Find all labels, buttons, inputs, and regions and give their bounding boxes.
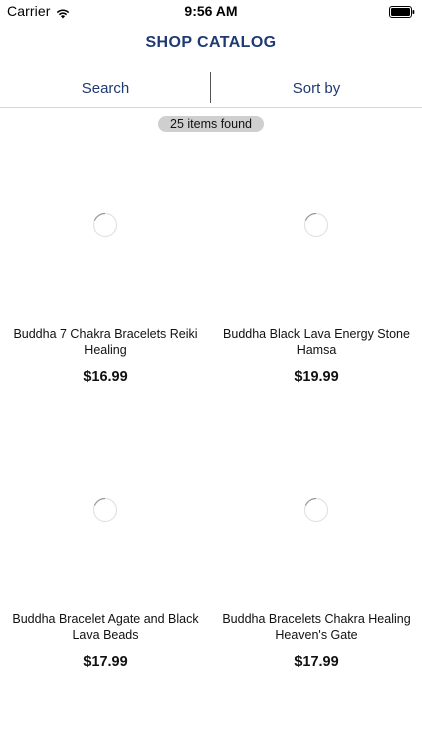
loading-spinner-icon <box>303 497 329 523</box>
battery-icon <box>389 5 415 18</box>
product-price: $17.99 <box>294 654 339 670</box>
product-card[interactable]: Buddha Black Lava Energy Stone Hamsa $19… <box>211 140 422 425</box>
product-title: Buddha Bracelets Chakra Healing Heaven's… <box>222 612 411 642</box>
product-price: $16.99 <box>83 369 128 385</box>
product-title: Buddha Bracelet Agate and Black Lava Bea… <box>12 612 199 642</box>
page-title: SHOP CATALOG <box>145 34 277 51</box>
product-card[interactable]: Buddha 7 Chakra Bracelets Reiki Healing … <box>0 140 211 425</box>
product-title: Buddha 7 Chakra Bracelets Reiki Healing <box>13 327 198 357</box>
product-price: $19.99 <box>294 369 339 385</box>
search-button[interactable]: Search <box>0 70 211 107</box>
sort-button[interactable]: Sort by <box>211 70 422 107</box>
status-bar: Carrier 9:56 AM <box>0 0 422 22</box>
product-card[interactable]: Buddha Bracelets Chakra Healing Heaven's… <box>211 425 422 710</box>
results-count-badge: 25 items found <box>158 116 264 132</box>
product-card[interactable]: Buddha Bracelet Agate and Black Lava Bea… <box>0 425 211 710</box>
loading-spinner-icon <box>303 212 329 238</box>
loading-spinner-icon <box>92 212 118 238</box>
status-time: 9:56 AM <box>184 3 238 19</box>
loading-spinner-icon <box>92 497 118 523</box>
product-title: Buddha Black Lava Energy Stone Hamsa <box>223 327 410 357</box>
product-price: $17.99 <box>83 654 128 670</box>
toolbar: Search Sort by <box>0 70 422 108</box>
